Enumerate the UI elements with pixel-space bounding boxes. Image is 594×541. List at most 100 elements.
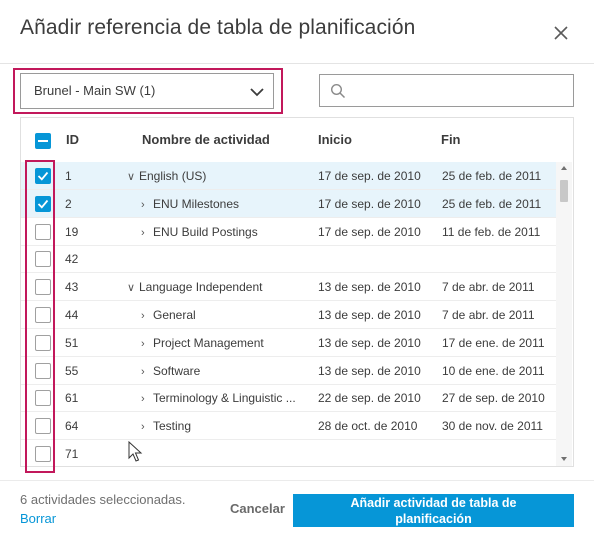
- expand-chevron-right-icon[interactable]: ›: [141, 199, 153, 211]
- cell-name: › ENU Milestones: [127, 197, 239, 211]
- search-input[interactable]: [319, 74, 574, 107]
- column-header-id[interactable]: ID: [66, 132, 79, 147]
- table-row[interactable]: 42: [21, 245, 558, 274]
- cell-id: 64: [65, 419, 79, 434]
- expand-chevron-right-icon[interactable]: ›: [141, 366, 153, 378]
- column-header-start[interactable]: Inicio: [318, 132, 352, 147]
- cell-id: 43: [65, 280, 79, 295]
- cell-name: › Project Management: [127, 336, 264, 350]
- select-all-checkbox[interactable]: [35, 133, 51, 149]
- cell-end: 7 de abr. de 2011: [442, 308, 535, 322]
- cell-start: 17 de sep. de 2010: [318, 169, 421, 183]
- expand-chevron-right-icon[interactable]: ›: [141, 227, 153, 239]
- row-checkbox[interactable]: [35, 334, 51, 351]
- table-row[interactable]: 2 › ENU Milestones 17 de sep. de 2010 25 de …: [21, 189, 558, 218]
- row-checkbox[interactable]: [35, 446, 51, 462]
- activity-name: Project Management: [153, 335, 264, 350]
- add-activity-button[interactable]: Añadir actividad de tabla de planificaci…: [293, 494, 574, 527]
- add-activity-button-label-line2: planificación: [395, 512, 472, 526]
- activity-name: Terminology & Linguistic ...: [153, 391, 296, 406]
- row-checkbox[interactable]: [35, 362, 51, 379]
- expand-chevron-down-icon[interactable]: ∨: [127, 281, 139, 294]
- expand-chevron-down-icon[interactable]: ∨: [127, 170, 139, 183]
- row-checkbox[interactable]: [35, 223, 51, 240]
- schedule-dropdown[interactable]: Brunel - Main SW (1): [20, 73, 274, 109]
- footer-divider: [0, 480, 594, 481]
- cell-start: 13 de sep. de 2010: [318, 335, 421, 350]
- cancel-button[interactable]: Cancelar: [230, 501, 285, 516]
- table-row[interactable]: 44 › General 13 de sep. de 2010 7 de abr. de…: [21, 301, 558, 329]
- cell-end: 25 de feb. de 2011: [442, 169, 542, 183]
- cell-start: 13 de sep. de 2010: [318, 308, 421, 322]
- activity-name: ENU Build Postings: [153, 224, 258, 239]
- close-icon[interactable]: [550, 22, 572, 44]
- row-checkbox[interactable]: [35, 307, 51, 323]
- cell-id: 19: [65, 224, 79, 239]
- cell-end: 10 de ene. de 2011: [442, 363, 545, 378]
- activity-name: General: [153, 308, 196, 322]
- cell-end: 17 de ene. de 2011: [442, 335, 545, 350]
- cell-end: 25 de feb. de 2011: [442, 196, 542, 211]
- schedule-dropdown-value: Brunel - Main SW (1): [34, 83, 156, 98]
- table-row[interactable]: 64 › Testing 28 de oct. de 2010 30 de nov. d…: [21, 412, 558, 441]
- expand-chevron-right-icon[interactable]: ›: [141, 338, 153, 350]
- cell-id: 42: [65, 252, 79, 267]
- expand-chevron-right-icon[interactable]: ›: [141, 421, 153, 433]
- activity-name: ENU Milestones: [153, 196, 240, 211]
- scrollbar-thumb[interactable]: [560, 180, 568, 202]
- add-activity-button-label-line1: Añadir actividad de tabla de: [350, 496, 517, 510]
- cell-name: › ENU Build Postings: [127, 225, 258, 239]
- activity-table: ID Nombre de actividad Inicio Fin 1 ∨ Engl…: [20, 117, 574, 467]
- cell-start: 17 de sep. de 2010: [318, 224, 421, 239]
- add-schedule-reference-dialog: Añadir referencia de tabla de planificac…: [0, 0, 594, 541]
- table-row[interactable]: 71: [21, 440, 558, 466]
- cell-name: ∨ English (US): [127, 169, 206, 183]
- expand-chevron-right-icon[interactable]: ›: [141, 393, 153, 405]
- scroll-down-arrow-icon[interactable]: [561, 457, 567, 461]
- table-row[interactable]: 43 ∨ Language Independent 13 de sep. de 201…: [21, 273, 558, 302]
- table-row[interactable]: 1 ∨ English (US) 17 de sep. de 2010 25 de fe…: [21, 162, 558, 190]
- selected-count-text: 6 actividades seleccionadas.: [20, 492, 186, 507]
- cell-id: 44: [65, 308, 79, 322]
- cell-id: 55: [65, 363, 79, 378]
- column-header-end[interactable]: Fin: [441, 132, 461, 147]
- expand-chevron-right-icon[interactable]: ›: [141, 310, 153, 322]
- table-header: ID Nombre de actividad Inicio Fin: [21, 118, 573, 162]
- cell-name: › Terminology & Linguistic ...: [127, 391, 296, 405]
- cell-id: 61: [65, 391, 79, 406]
- scroll-up-arrow-icon[interactable]: [561, 166, 567, 170]
- cell-id: 2: [65, 196, 72, 211]
- cell-name: › Testing: [127, 419, 191, 433]
- activity-name: Software: [153, 363, 201, 378]
- title-divider: [0, 63, 594, 64]
- table-row[interactable]: 55 › Software 13 de sep. de 2010 10 de ene. …: [21, 357, 558, 385]
- activity-name: Language Independent: [139, 280, 263, 295]
- cell-id: 1: [65, 169, 72, 183]
- cell-name: ∨ Language Independent: [127, 280, 262, 294]
- cell-end: 27 de sep. de 2010: [442, 391, 545, 406]
- search-icon: [330, 83, 346, 99]
- activity-name: English (US): [139, 169, 207, 183]
- table-row[interactable]: 61 › Terminology & Linguistic ... 22 de sep…: [21, 384, 558, 413]
- row-checkbox[interactable]: [35, 195, 51, 212]
- activity-name: Testing: [153, 419, 192, 434]
- chevron-down-icon: [249, 85, 265, 99]
- clear-selection-link[interactable]: Borrar: [20, 511, 56, 526]
- row-checkbox[interactable]: [35, 279, 51, 296]
- cell-name: › General: [127, 308, 196, 322]
- row-checkbox[interactable]: [35, 390, 51, 407]
- table-scrollbar[interactable]: [556, 162, 572, 466]
- row-checkbox[interactable]: [35, 168, 51, 184]
- row-checkbox[interactable]: [35, 418, 51, 435]
- cell-start: 28 de oct. de 2010: [318, 419, 418, 434]
- cell-end: 7 de abr. de 2011: [442, 280, 535, 295]
- cell-end: 30 de nov. de 2011: [442, 419, 543, 434]
- table-row[interactable]: 51 › Project Management 13 de sep. de 2010 1…: [21, 329, 558, 357]
- cell-id: 51: [65, 335, 79, 350]
- table-row[interactable]: 19 › ENU Build Postings 17 de sep. de 2010 1…: [21, 218, 558, 246]
- row-checkbox[interactable]: [35, 251, 51, 268]
- cell-start: 17 de sep. de 2010: [318, 196, 421, 211]
- column-header-name[interactable]: Nombre de actividad: [142, 132, 270, 147]
- cell-start: 22 de sep. de 2010: [318, 391, 421, 406]
- cell-start: 13 de sep. de 2010: [318, 363, 421, 378]
